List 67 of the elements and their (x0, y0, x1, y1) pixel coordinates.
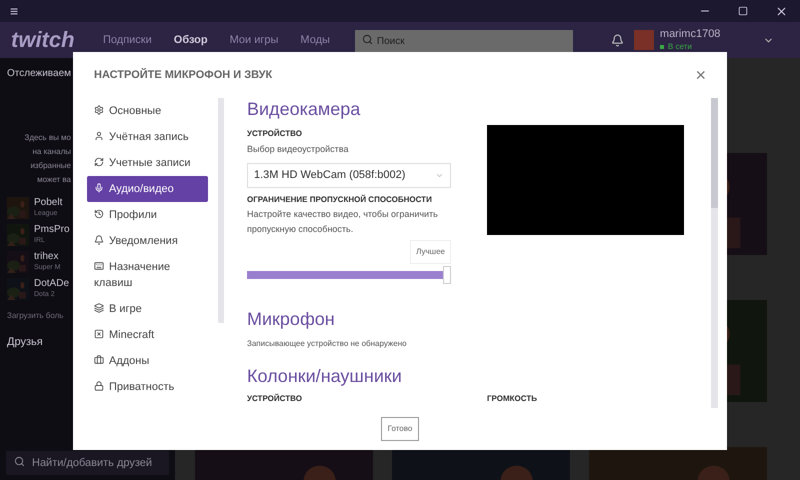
user-icon (94, 131, 104, 142)
dialog-title: НАСТРОЙТЕ МИКРОФОН И ЗВУК (94, 67, 272, 83)
gear-icon (94, 105, 104, 116)
briefcase-icon (94, 355, 104, 366)
search-field[interactable]: Поиск (354, 30, 573, 54)
friend-search-field[interactable]: Найти/добавить друзей (6, 451, 169, 475)
channel-name[interactable]: Pobelt (34, 197, 62, 210)
menu-item[interactable]: Аддоны (87, 348, 208, 374)
channel-name[interactable]: trihex (34, 251, 60, 264)
search-icon (362, 34, 373, 45)
keyboard-icon (94, 261, 104, 272)
scrollbar-thumb[interactable] (711, 98, 718, 208)
slider-handle[interactable] (443, 266, 451, 284)
menu-item[interactable]: Minecraft (87, 322, 208, 348)
load-more-link[interactable]: Загрузить боль (7, 310, 73, 322)
channel-name[interactable]: PmsPro (34, 224, 70, 237)
menu-item[interactable]: Уведомления (87, 228, 208, 254)
square-x-icon (94, 329, 104, 340)
field-label: УСТРОЙСТВО (247, 128, 303, 140)
close-button[interactable]: × (695, 66, 706, 84)
menu-item[interactable]: Назначение клавиш (87, 254, 208, 296)
section-heading: Колонки/наушники (247, 364, 403, 386)
user-status: В сети (668, 42, 692, 52)
lock-icon (94, 381, 104, 392)
bell-icon (94, 235, 104, 246)
nav-link[interactable]: Обзор (174, 32, 208, 48)
slider-tooltip: Лучшее (410, 240, 451, 264)
device-dropdown[interactable]: 1.3M HD WebCam (058f:b002) (247, 162, 451, 188)
menu-icon[interactable]: ≡ (10, 4, 18, 18)
field-hint: Выбор видеоустройства (247, 143, 350, 156)
search-icon (14, 456, 25, 467)
empty-message-line: избранные (30, 160, 71, 172)
notification-icon[interactable] (610, 34, 624, 46)
close-icon (774, 4, 788, 18)
nav-link[interactable]: Подписки (103, 32, 152, 48)
channel-name[interactable]: DotADe (34, 278, 70, 291)
menu-item[interactable]: Профили (87, 202, 208, 228)
microphone-icon (94, 183, 104, 194)
nav-link[interactable]: Моды (300, 32, 330, 48)
menu-item[interactable]: Приватность (87, 374, 208, 400)
empty-message-line: на каналы (32, 146, 71, 158)
menu-item[interactable]: В игре (87, 296, 208, 322)
section-heading: Видеокамера (247, 98, 362, 120)
field-label: ГРОМКОСТЬ (487, 392, 537, 404)
menu-item[interactable]: Учётная запись (87, 124, 208, 150)
logo[interactable]: twitch (11, 29, 81, 51)
menu-item[interactable]: Основные (87, 98, 208, 124)
maximize-icon (738, 6, 748, 16)
menu-item[interactable]: Учетные записи (87, 150, 208, 176)
field-label: УСТРОЙСТВО (247, 392, 303, 404)
done-button[interactable]: Готово (380, 417, 420, 441)
username: marimc1708 (660, 28, 720, 42)
layers-icon (94, 303, 104, 314)
empty-message-line: может ва (37, 174, 71, 186)
nav-link[interactable]: Мои игры (230, 32, 278, 48)
menu-item[interactable]: Аудио/видео (87, 176, 208, 202)
quality-slider[interactable] (247, 266, 451, 282)
section-heading: Отслеживаем (7, 67, 72, 81)
field-label: ОГРАНИЧЕНИЕ ПРОПУСКНОЙ СПОСОБНОСТИ (247, 194, 433, 206)
field-hint: Настройте качество видео, чтобы ограничить пропускную способность. (247, 208, 439, 236)
refresh-icon (94, 157, 104, 168)
section-heading: Микрофон (247, 308, 336, 330)
info-text: Записывающее устройство не обнаружено (247, 338, 408, 350)
history-icon (94, 209, 104, 220)
section-heading: Друзья (7, 335, 44, 350)
avatar[interactable] (634, 30, 654, 50)
empty-message-line: Здесь вы мо (24, 132, 71, 144)
